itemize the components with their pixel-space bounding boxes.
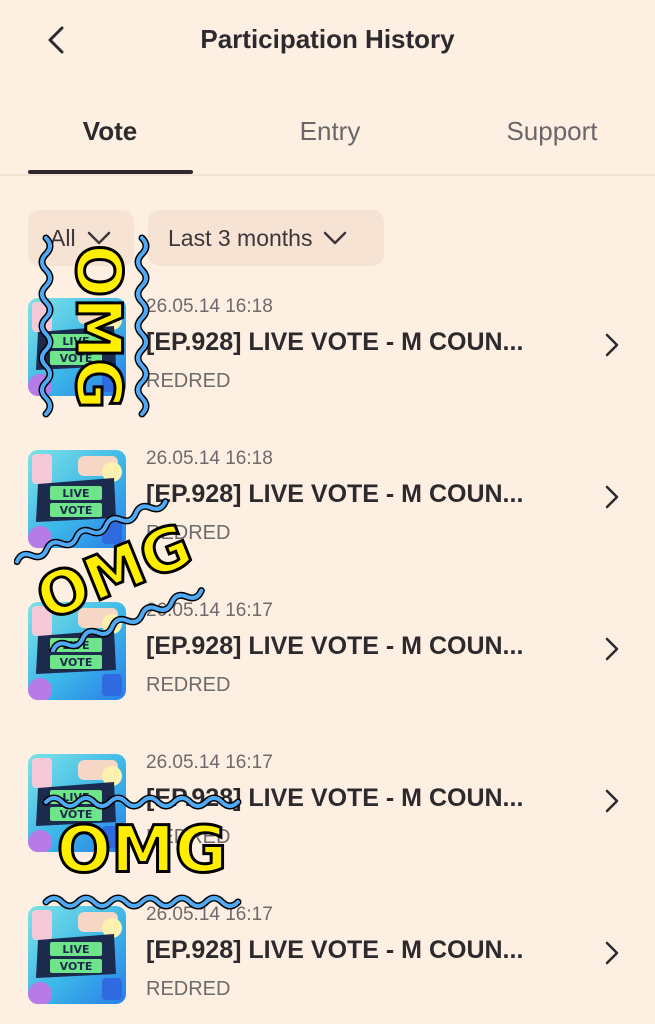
tab-vote[interactable]: Vote [10, 116, 210, 147]
list-item[interactable]: LIVE VOTE 26.05.14 16:18 [EP.928] LIVE V… [0, 288, 655, 440]
thumb-badge-line1: LIVE [62, 943, 89, 956]
vote-date: 26.05.14 16:17 [146, 904, 273, 925]
thumb-badge-line1: LIVE [62, 791, 89, 804]
chevron-right-icon [605, 485, 619, 509]
vote-thumbnail: LIVE VOTE [28, 298, 126, 396]
chevron-right-icon [605, 941, 619, 965]
tab-bar: Vote Entry Support [0, 100, 655, 176]
category-filter-dropdown[interactable]: All [28, 210, 134, 266]
vote-title: [EP.928] LIVE VOTE - M COUN... [146, 480, 524, 508]
header: Participation History [0, 0, 655, 80]
thumb-badge-line1: LIVE [62, 639, 89, 652]
tab-support[interactable]: Support [452, 116, 652, 147]
vote-thumbnail: LIVE VOTE [28, 906, 126, 1004]
list-item[interactable]: LIVE VOTE 26.05.14 16:17 [EP.928] LIVE V… [0, 896, 655, 1024]
vote-date: 26.05.14 16:17 [146, 600, 273, 621]
tab-entry[interactable]: Entry [230, 116, 430, 147]
vote-artist: REDRED [146, 674, 231, 696]
thumb-badge-line2: VOTE [60, 352, 93, 365]
thumb-badge-line2: VOTE [60, 504, 93, 517]
vote-thumbnail: LIVE VOTE [28, 450, 126, 548]
category-filter-label: All [50, 224, 76, 251]
chevron-right-icon [605, 789, 619, 813]
vote-artist: REDRED [146, 370, 231, 392]
vote-title: [EP.928] LIVE VOTE - M COUN... [146, 632, 524, 660]
vote-artist: REDRED [146, 522, 231, 544]
vote-title: [EP.928] LIVE VOTE - M COUN... [146, 784, 524, 812]
vote-thumbnail: LIVE VOTE [28, 602, 126, 700]
vote-artist: REDRED [146, 826, 231, 848]
vote-date: 26.05.14 16:18 [146, 296, 273, 317]
vote-thumbnail: LIVE VOTE [28, 754, 126, 852]
vote-date: 26.05.14 16:18 [146, 448, 273, 469]
list-item[interactable]: LIVE VOTE 26.05.14 16:17 [EP.928] LIVE V… [0, 744, 655, 896]
vote-title: [EP.928] LIVE VOTE - M COUN... [146, 328, 524, 356]
chevron-right-icon [605, 637, 619, 661]
chevron-down-icon [87, 231, 110, 245]
page-title: Participation History [200, 24, 455, 54]
vote-artist: REDRED [146, 978, 231, 1000]
active-tab-indicator [28, 170, 193, 174]
period-filter-label: Last 3 months [168, 224, 313, 251]
list-item[interactable]: LIVE VOTE 26.05.14 16:18 [EP.928] LIVE V… [0, 440, 655, 592]
vote-history-list: LIVE VOTE 26.05.14 16:18 [EP.928] LIVE V… [0, 288, 655, 1024]
list-item[interactable]: LIVE VOTE 26.05.14 16:17 [EP.928] LIVE V… [0, 592, 655, 744]
thumb-badge-line1: LIVE [62, 335, 89, 348]
vote-date: 26.05.14 16:17 [146, 752, 273, 773]
chevron-right-icon [605, 333, 619, 357]
vote-title: [EP.928] LIVE VOTE - M COUN... [146, 936, 524, 964]
period-filter-dropdown[interactable]: Last 3 months [148, 210, 384, 266]
thumb-badge-line2: VOTE [60, 960, 93, 973]
thumb-badge-line1: LIVE [62, 487, 89, 500]
thumb-badge-line2: VOTE [60, 808, 93, 821]
thumb-badge-line2: VOTE [60, 656, 93, 669]
chevron-down-icon [324, 231, 347, 245]
